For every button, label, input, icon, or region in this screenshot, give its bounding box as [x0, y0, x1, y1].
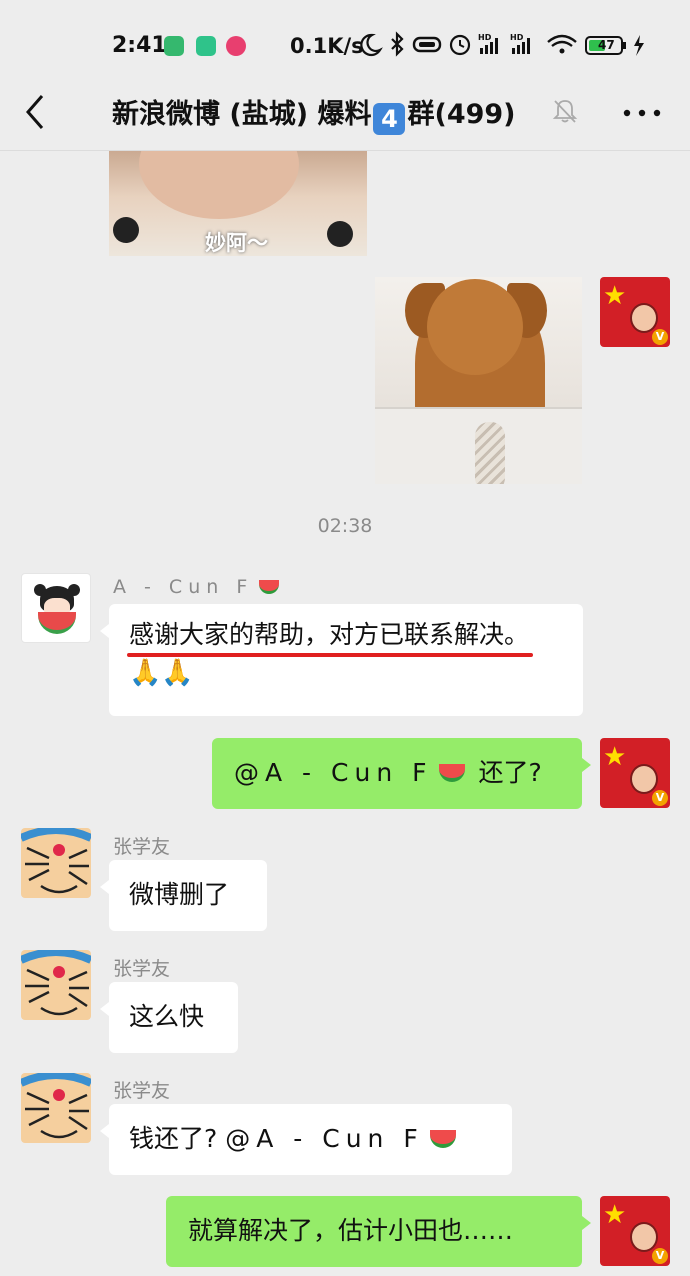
avatar-face [630, 1222, 658, 1252]
star-icon: ★ [603, 742, 627, 772]
message-bubble[interactable]: 这么快 [100, 982, 238, 1053]
verified-icon: V [652, 329, 668, 345]
watermelon-icon [429, 1130, 456, 1148]
mention-text: @A - Cun F [225, 1124, 424, 1153]
avatar-zhang-xueyou[interactable] [21, 1073, 91, 1143]
watermelon-icon [38, 612, 76, 634]
message-text: 就算解决了，估计小田也…… [188, 1216, 514, 1245]
sender-name: A - Cun F [113, 576, 285, 598]
red-underline [127, 653, 534, 657]
hd-signal-icon-2: HD [510, 33, 530, 54]
bluetooth-icon [391, 31, 404, 57]
verified-icon: V [652, 790, 668, 806]
verified-icon: V [652, 1248, 668, 1264]
meme-image-baby[interactable]: 妙阿～ [109, 151, 367, 256]
status-time: 2:41 [112, 33, 167, 58]
sender-name: 张学友 [113, 1080, 171, 1102]
pattern-dot [113, 217, 139, 243]
moon-icon [360, 33, 383, 57]
avatar-a-cun-f[interactable] [21, 573, 91, 643]
message-text: 这么快 [129, 1002, 205, 1031]
message-text: 钱还了? [129, 1124, 226, 1153]
rope-toy [475, 422, 505, 484]
alarm-icon [449, 34, 471, 56]
doraemon-icon [21, 1073, 91, 1139]
message-bubble[interactable]: 钱还了? @A - Cun F [100, 1104, 512, 1175]
pattern-dot [327, 221, 353, 247]
message-text: 还了? [478, 758, 542, 787]
avatar-zhang-xueyou[interactable] [21, 828, 91, 898]
vibrate-icon [412, 36, 442, 53]
svg-text:HD: HD [478, 33, 492, 42]
app-notification-icon-2 [226, 36, 246, 56]
mute-icon [552, 100, 578, 123]
number-badge: 4 [373, 103, 406, 135]
back-icon[interactable] [22, 92, 52, 132]
dog-head [427, 279, 523, 375]
sender-name: 张学友 [113, 836, 171, 858]
mention-text: @A - Cun F [234, 758, 433, 787]
message-bubble-self[interactable]: 就算解决了，估计小田也…… [166, 1196, 591, 1267]
charging-icon [634, 35, 644, 56]
meme-caption: 妙阿～ [205, 231, 268, 255]
download-notification-icon [164, 36, 184, 56]
hd-signal-icon: HD [478, 33, 498, 54]
self-avatar[interactable]: ★ V [600, 1196, 670, 1266]
self-avatar[interactable]: ★ V [600, 738, 670, 808]
chat-title: 新浪微博 (盐城) 爆料 4 群(499) [112, 92, 516, 135]
network-speed: 0.1K/s [290, 34, 364, 58]
message-text: 微博删了 [129, 880, 230, 909]
self-avatar[interactable]: ★ V [600, 277, 670, 347]
sender-name: 张学友 [113, 958, 171, 980]
watermelon-icon [438, 764, 465, 782]
message-bubble[interactable]: 感谢大家的帮助，对方已联系解决。 🙏🙏 [100, 604, 583, 716]
baby-face [139, 151, 299, 219]
message-bubble[interactable]: 微博删了 [100, 860, 267, 931]
watermelon-icon [259, 580, 280, 594]
chat-area[interactable]: 妙阿～ ★ V 02:38 A - Cun F 感谢大家的帮助，对方已联系解决。… [0, 151, 690, 1276]
chat-timestamp: 02:38 [317, 515, 373, 537]
avatar-zhang-xueyou[interactable] [21, 950, 91, 1020]
avatar-face [630, 303, 658, 333]
underlined-text: 感谢大家的帮助，对方已联系解决。 [127, 616, 534, 657]
star-icon: ★ [603, 1200, 627, 1230]
status-bar: 2:41 0.1K/s HD HD 47 [0, 0, 690, 80]
doraemon-icon [21, 950, 91, 1016]
chat-title-prefix: 新浪微博 (盐城) 爆料 [112, 99, 372, 130]
battery-level: 47 [598, 38, 615, 52]
wifi-icon [547, 34, 577, 54]
avatar-face [630, 764, 658, 794]
app-notification-icon [196, 36, 216, 56]
meme-image-dog[interactable] [375, 277, 582, 484]
message-bubble-self[interactable]: @A - Cun F 还了? [212, 738, 591, 809]
svg-text:HD: HD [510, 33, 524, 42]
doraemon-icon [21, 828, 91, 894]
chat-header: 新浪微博 (盐城) 爆料 4 群(499) [0, 80, 690, 151]
more-icon[interactable] [622, 108, 662, 118]
star-icon: ★ [603, 281, 627, 311]
praying-hands-icon: 🙏🙏 [129, 658, 194, 688]
chat-title-suffix: 群(499) [407, 99, 516, 130]
